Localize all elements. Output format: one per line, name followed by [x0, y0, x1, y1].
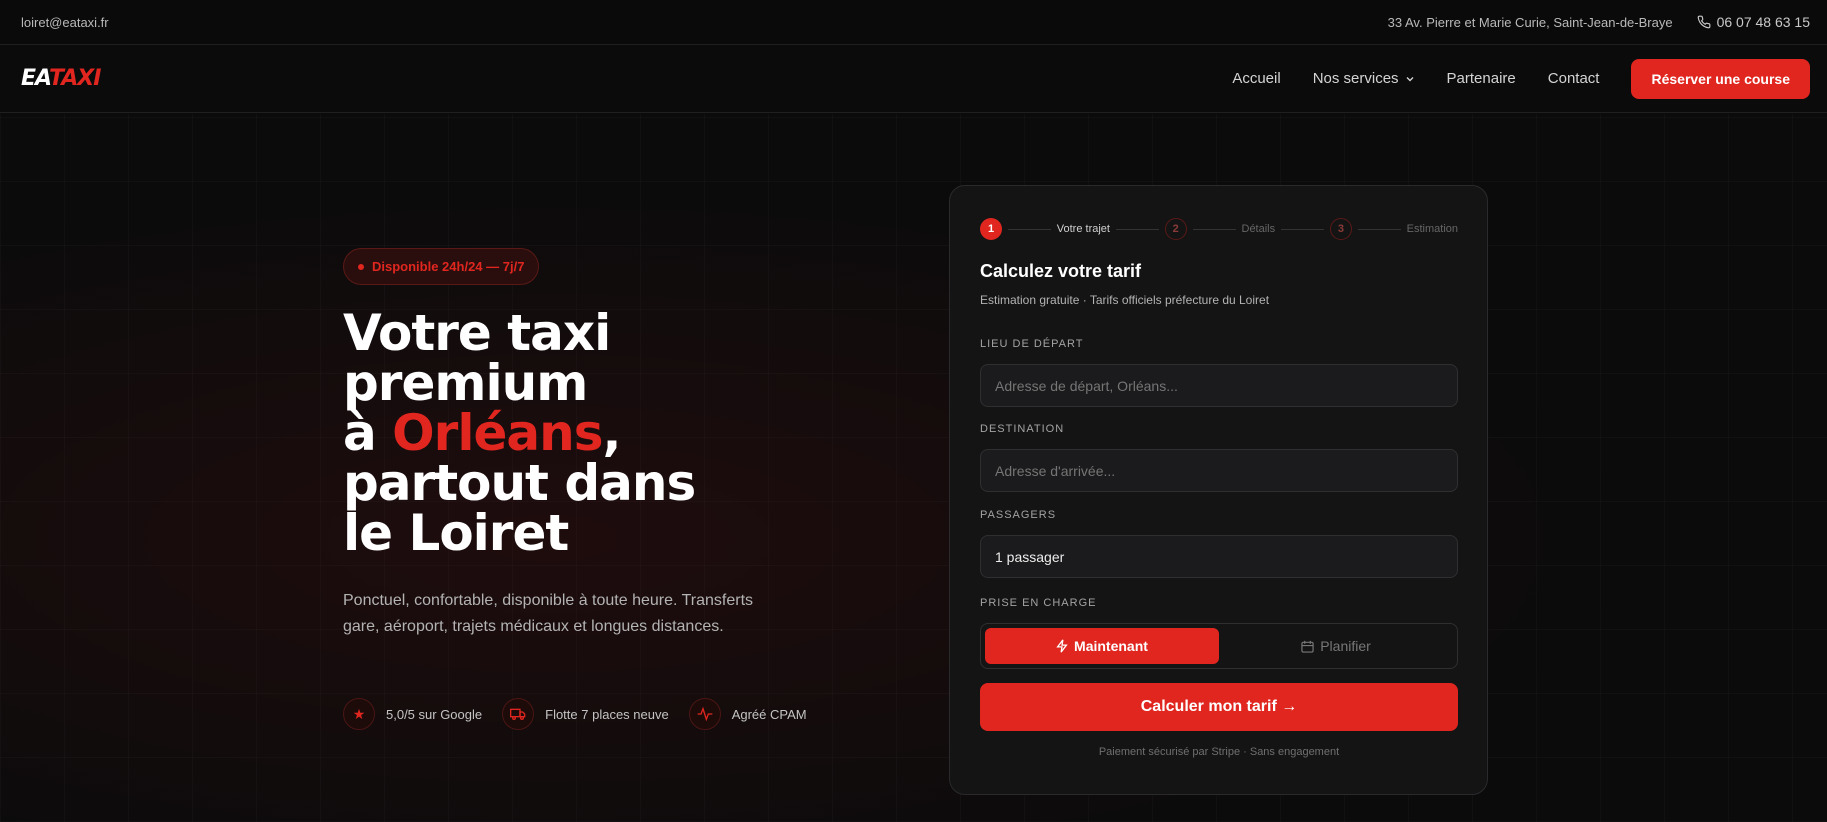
step-divider: [1357, 228, 1401, 230]
destination-input[interactable]: [980, 449, 1458, 492]
top-info-bar: loiret@eataxi.fr 33 Av. Pierre et Marie …: [0, 0, 1827, 45]
star-icon: ★: [343, 698, 375, 730]
phone-icon: [1697, 15, 1710, 29]
phone-link[interactable]: 06 07 48 63 15: [1697, 14, 1810, 30]
passengers-select[interactable]: 1 passager: [980, 535, 1458, 578]
nav-link-accueil[interactable]: Accueil: [1232, 70, 1280, 87]
logo-ea: EA: [21, 66, 50, 91]
phone-number: 06 07 48 63 15: [1716, 14, 1810, 30]
departure-label: LIEU DE DÉPART: [980, 338, 1084, 350]
availability-badge: Disponible 24h/24 — 7j/7: [343, 248, 540, 285]
pickup-now-option[interactable]: Maintenant: [985, 628, 1219, 664]
address: 33 Av. Pierre et Marie Curie, Saint-Jean…: [1387, 14, 1673, 30]
hero-background: [0, 114, 1827, 822]
payment-note: Paiement sécurisé par Stripe · Sans enga…: [1098, 746, 1340, 758]
fare-calculator-card: 1 Votre trajet 2 Détails 3 Estimation Ca…: [949, 185, 1488, 795]
step-divider: [1115, 228, 1159, 230]
lightning-icon: [1056, 639, 1068, 653]
step-divider: [1008, 228, 1051, 230]
headline-line-5: le Loiret: [343, 504, 569, 562]
main-nav: EATAXI Accueil Nos services Partenaire C…: [0, 45, 1827, 113]
feature-cpam: Agréé CPAM: [688, 698, 807, 730]
nav-link-services[interactable]: Nos services: [1313, 70, 1415, 87]
feature-label: Flotte 7 places neuve: [545, 706, 669, 722]
nav-link-partenaire[interactable]: Partenaire: [1447, 70, 1516, 87]
step-divider: [1192, 228, 1236, 230]
step-2-label: Détails: [1241, 223, 1276, 235]
card-subtitle: Estimation gratuite · Tarifs officiels p…: [980, 293, 1270, 307]
feature-google-rating: ★ 5,0/5 sur Google: [343, 698, 482, 730]
pickup-now-label: Maintenant: [1074, 638, 1148, 654]
destination-label: DESTINATION: [980, 423, 1065, 435]
step-2-number: 2: [1164, 218, 1187, 240]
page: loiret@eataxi.fr 33 Av. Pierre et Marie …: [0, 0, 1827, 822]
nav-link-services-label: Nos services: [1312, 70, 1399, 87]
pickup-toggle: Maintenant Planifier: [980, 623, 1458, 669]
step-3-number: 3: [1329, 218, 1352, 240]
pulse-icon: [688, 698, 721, 730]
step-divider: [1281, 228, 1324, 230]
stepper: 1 Votre trajet 2 Détails 3 Estimation: [980, 218, 1458, 240]
logo-taxi: TAXI: [48, 66, 101, 91]
passengers-label: PASSAGERS: [980, 509, 1057, 521]
card-title: Calculez votre tarif: [980, 261, 1142, 281]
badge-text: Disponible 24h/24 — 7j/7: [372, 259, 525, 274]
hero-headline: Votre taxi premium à Orléans, partout da…: [343, 308, 863, 558]
nav-link-contact[interactable]: Contact: [1548, 70, 1600, 87]
chevron-down-icon: [1406, 76, 1414, 81]
calculate-fare-button[interactable]: Calculer mon tarif →: [980, 683, 1458, 731]
contact-email[interactable]: loiret@eataxi.fr: [21, 15, 109, 30]
departure-input[interactable]: [980, 364, 1458, 407]
hero-subtext: Ponctuel, confortable, disponible à tout…: [343, 592, 754, 635]
feature-label: Agréé CPAM: [731, 706, 807, 722]
book-ride-button[interactable]: Réserver une course: [1631, 58, 1810, 99]
step-1-number: 1: [980, 218, 1002, 240]
calendar-icon: [1301, 640, 1314, 653]
badge-dot-icon: [358, 263, 364, 270]
feature-fleet: Flotte 7 places neuve: [502, 698, 669, 730]
logo[interactable]: EATAXI: [21, 66, 101, 91]
topbar-right: 33 Av. Pierre et Marie Curie, Saint-Jean…: [1388, 14, 1810, 30]
step-3-label: Estimation: [1406, 223, 1459, 235]
feature-list: ★ 5,0/5 sur Google Flotte 7 places neuve…: [343, 698, 807, 730]
nav-links: Accueil Nos services Partenaire Contact …: [1232, 58, 1810, 99]
truck-icon: [502, 698, 535, 730]
pickup-plan-label: Planifier: [1320, 638, 1371, 654]
pickup-plan-option[interactable]: Planifier: [1219, 628, 1453, 664]
step-1-label: Votre trajet: [1056, 223, 1110, 235]
pickup-label: PRISE EN CHARGE: [980, 597, 1097, 609]
feature-label: 5,0/5 sur Google: [386, 706, 483, 722]
